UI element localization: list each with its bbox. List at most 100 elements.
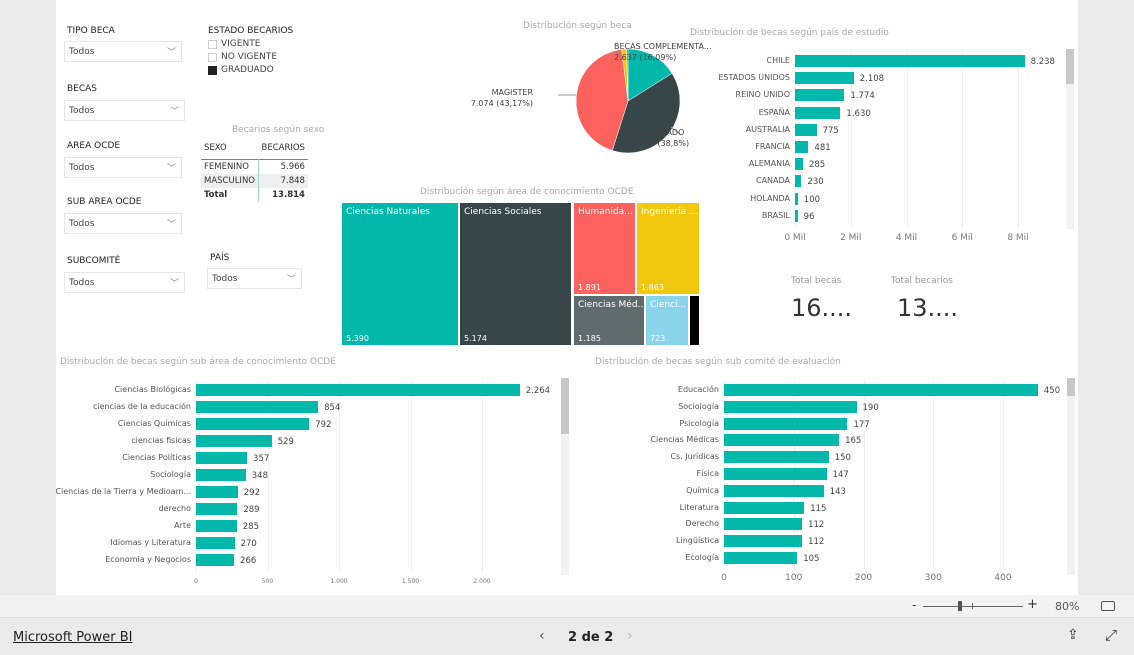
bar[interactable] — [724, 535, 803, 548]
data-label: 100 — [803, 194, 821, 205]
bar[interactable] — [795, 175, 802, 188]
subcomite-dropdown[interactable]: Todos ﹀ — [64, 272, 185, 293]
data-label: 150 — [834, 453, 851, 464]
bar[interactable] — [795, 55, 1025, 67]
data-label: 854 — [324, 403, 341, 413]
bar[interactable] — [196, 537, 235, 549]
tile-value: 1.185 — [578, 334, 601, 343]
category-label: ciencias fisicas — [131, 436, 191, 445]
data-label: 285 — [242, 522, 259, 532]
treemap-tile[interactable]: Ciencias Méd... 1.185 — [574, 296, 644, 345]
data-label: 292 — [243, 488, 260, 498]
axis-tick-label: 200 — [854, 573, 873, 583]
data-label: 775 — [822, 125, 839, 136]
data-label: 112 — [808, 520, 825, 531]
bar[interactable] — [724, 400, 857, 413]
axis-tick-label: 500 — [261, 578, 274, 585]
bar[interactable] — [795, 158, 803, 171]
bar[interactable] — [196, 469, 246, 481]
bar[interactable] — [795, 192, 798, 205]
pais-chart-title: Distribución de becas según país de estu… — [690, 28, 889, 38]
tile-value: 5.390 — [346, 334, 369, 343]
zoom-slider[interactable] — [923, 606, 1023, 607]
bar[interactable] — [724, 501, 805, 514]
fullscreen-icon[interactable]: ⤢ — [1105, 626, 1117, 644]
bar[interactable] — [196, 452, 248, 464]
bar[interactable] — [724, 384, 1038, 396]
treemap-tile[interactable]: Humanida... 1.891 — [574, 203, 635, 294]
bar[interactable] — [196, 435, 272, 447]
sub-area-ocde-dropdown[interactable]: Todos ﹀ — [64, 213, 182, 234]
axis-tick-label: 2.000 — [473, 578, 491, 585]
pais-dropdown[interactable]: Todos ﹀ — [207, 268, 302, 289]
treemap-tile[interactable]: Cienci... 723 — [646, 296, 688, 345]
bar[interactable] — [795, 123, 817, 136]
data-label: 270 — [240, 539, 257, 549]
prev-page-button[interactable]: ‹ — [539, 628, 545, 644]
gridline — [410, 380, 412, 571]
bar[interactable] — [196, 401, 319, 413]
category-label: Lingüística — [676, 536, 719, 546]
treemap-tile[interactable]: Ciencias Naturales 5.390 — [342, 203, 458, 345]
data-label: 96 — [803, 211, 815, 222]
dropdown-value: Todos — [69, 278, 95, 288]
checkbox-no-vigente[interactable]: NO VIGENTE — [208, 52, 277, 62]
chevron-down-icon: ﹀ — [166, 164, 176, 174]
category-label: Ciencias Médicas — [650, 435, 719, 445]
bar[interactable] — [724, 468, 827, 480]
zoom-slider-handle[interactable] — [958, 601, 962, 611]
fit-to-page-icon[interactable] — [1101, 601, 1115, 611]
sub-area-ocde-label: SUB AREA OCDE — [67, 197, 142, 207]
bar[interactable] — [196, 554, 235, 566]
tipo-beca-dropdown[interactable]: Todos ﹀ — [64, 41, 182, 62]
checkbox-label: GRADUADO — [221, 65, 274, 75]
data-label: 230 — [807, 177, 824, 188]
bar[interactable] — [196, 486, 238, 498]
sub-area-chart-title: Distribución de becas según sub área de … — [60, 357, 336, 367]
col-header[interactable]: SEXO — [201, 140, 259, 160]
tile-value: 1.891 — [578, 283, 601, 292]
share-icon[interactable]: ⇪ — [1067, 627, 1079, 643]
checkbox-graduado[interactable]: GRADUADO — [208, 65, 274, 75]
scrollbar[interactable] — [1066, 49, 1074, 229]
category-label: CHILE — [766, 56, 790, 65]
becas-dropdown[interactable]: Todos ﹀ — [64, 100, 185, 121]
bar[interactable] — [724, 552, 798, 564]
treemap-tile[interactable]: Ciencias Sociales 5.174 — [460, 203, 571, 345]
bar[interactable] — [724, 518, 803, 531]
gridline — [962, 51, 964, 227]
bar[interactable] — [724, 434, 840, 447]
col-header[interactable]: BECARIOS — [259, 140, 308, 160]
bar[interactable] — [196, 384, 520, 396]
bar[interactable] — [196, 520, 237, 532]
area-ocde-dropdown[interactable]: Todos ﹀ — [64, 157, 182, 178]
bar[interactable] — [795, 141, 809, 153]
tile-value: 1.863 — [641, 283, 664, 292]
scrollbar[interactable] — [1067, 378, 1075, 575]
bar[interactable] — [724, 417, 848, 430]
zoom-in-button[interactable]: + — [1027, 597, 1038, 612]
next-page-button[interactable]: › — [627, 628, 633, 644]
treemap-tile[interactable] — [690, 296, 699, 345]
bar[interactable] — [196, 418, 310, 430]
bar[interactable] — [724, 451, 829, 464]
data-label: 177 — [853, 419, 870, 430]
bar[interactable] — [196, 503, 238, 515]
bar[interactable] — [795, 72, 854, 85]
bar[interactable] — [795, 209, 798, 222]
axis-tick-label: 400 — [994, 573, 1012, 583]
tile-label: Ciencias Méd... — [578, 300, 644, 310]
bar[interactable] — [795, 106, 841, 119]
bar[interactable] — [795, 89, 845, 102]
zoom-out-button[interactable]: - — [912, 598, 916, 612]
power-bi-link[interactable]: Microsoft Power BI — [13, 630, 132, 645]
category-label: Física — [696, 469, 719, 478]
axis-tick-label: 0 — [721, 573, 727, 583]
axis-tick-label: 1.500 — [401, 578, 420, 585]
axis-tick-label: 4 Mil — [895, 233, 918, 243]
bar[interactable] — [724, 484, 824, 497]
checkbox-vigente[interactable]: VIGENTE — [208, 39, 260, 49]
chevron-down-icon: ﹀ — [169, 107, 179, 117]
treemap-tile[interactable]: Ingeniería ... 1.863 — [637, 203, 699, 294]
pais-label: PAÍS — [210, 253, 230, 263]
